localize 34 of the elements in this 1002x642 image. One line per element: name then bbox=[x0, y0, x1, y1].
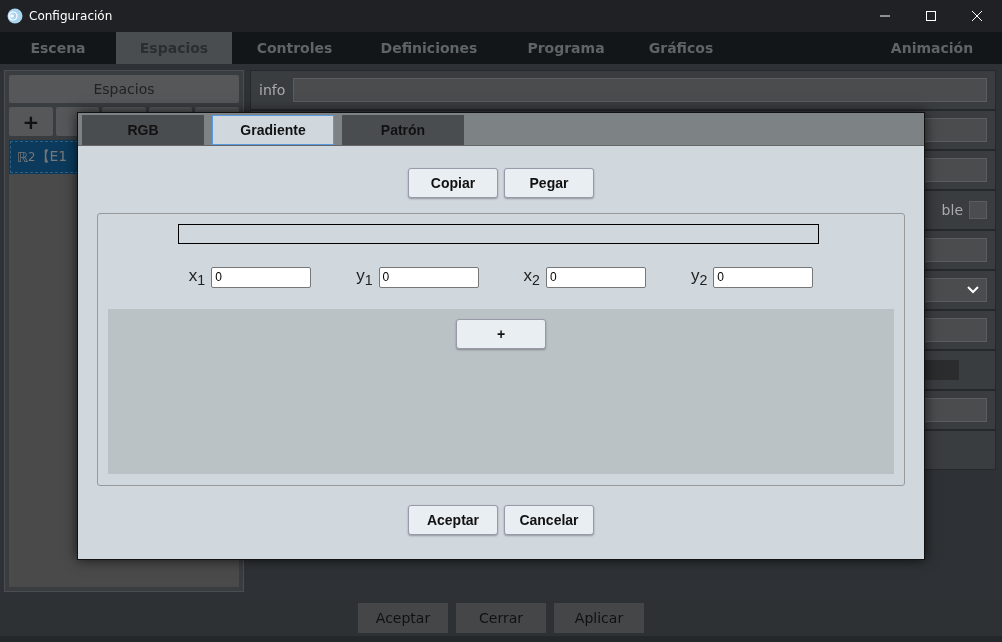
tab[interactable]: Definiciones bbox=[357, 32, 501, 64]
checkbox-label: ble bbox=[941, 202, 963, 218]
tab[interactable]: Controles bbox=[232, 32, 357, 64]
footer-button[interactable]: Cerrar bbox=[456, 603, 546, 633]
coordinate-label: y$_{1}$ bbox=[356, 266, 373, 289]
dialog-button[interactable]: Cancelar bbox=[504, 505, 594, 535]
coordinate-label: y$_{2}$ bbox=[690, 266, 708, 289]
coordinate-field[interactable]: 0 bbox=[211, 266, 312, 288]
checkbox[interactable] bbox=[969, 201, 987, 219]
chevron-down-icon bbox=[966, 285, 980, 295]
coordinate-label: x$_{1}$ bbox=[188, 266, 206, 289]
coordinate-field[interactable]: 0 bbox=[378, 266, 479, 288]
clipboard-button[interactable]: Pegar bbox=[504, 168, 594, 198]
dialog-tab[interactable]: Patrón bbox=[342, 115, 464, 145]
dialog-button[interactable]: Aceptar bbox=[408, 505, 498, 535]
tab[interactable]: Animación bbox=[874, 32, 990, 64]
coordinate-label: x$_{2}$ bbox=[523, 266, 540, 289]
clipboard-button[interactable]: Copiar bbox=[408, 168, 498, 198]
dialog-tab[interactable]: RGB bbox=[82, 115, 204, 145]
window-title: Configuración bbox=[29, 9, 113, 23]
tab[interactable]: Gráficos bbox=[631, 32, 731, 64]
maximize-icon[interactable] bbox=[925, 10, 937, 22]
dialog-tab[interactable]: Gradiente bbox=[212, 115, 334, 145]
add-stop-button[interactable]: + bbox=[456, 319, 546, 350]
close-icon[interactable] bbox=[971, 10, 983, 22]
info-label: info bbox=[259, 82, 286, 98]
tab[interactable]: Escena bbox=[0, 32, 116, 64]
coordinate-field[interactable]: 0 bbox=[545, 266, 646, 288]
footer-button[interactable]: Aceptar bbox=[358, 603, 448, 633]
coordinate-field[interactable]: 0 bbox=[713, 266, 814, 288]
panel-header: Espacios bbox=[9, 75, 239, 103]
add-button[interactable]: + bbox=[9, 107, 53, 136]
app-logo-icon bbox=[7, 8, 23, 24]
tab[interactable]: Programa bbox=[501, 32, 631, 64]
